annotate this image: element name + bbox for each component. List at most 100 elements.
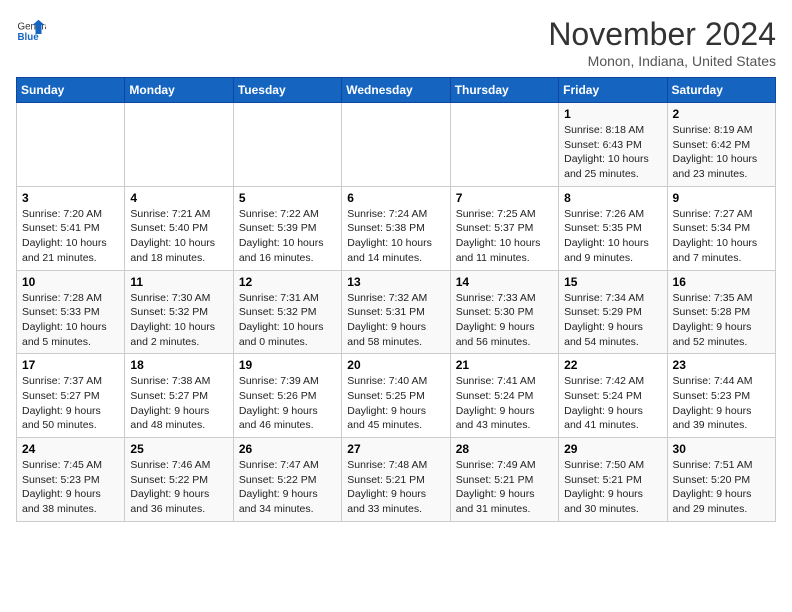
day-number: 3 bbox=[22, 191, 119, 205]
day-number: 7 bbox=[456, 191, 553, 205]
calendar-cell: 5Sunrise: 7:22 AM Sunset: 5:39 PM Daylig… bbox=[233, 186, 341, 270]
calendar-cell: 20 Sunrise: 7:40 AM Sunset: 5:25 PM Dayli… bbox=[342, 354, 450, 438]
day-info: Sunrise: 7:31 AM Sunset: 5:32 PM Dayligh… bbox=[239, 291, 336, 350]
day-number: 28 bbox=[456, 442, 553, 456]
logo: General Blue bbox=[16, 16, 50, 46]
calendar-cell: 15 Sunrise: 7:34 AM Sunset: 5:29 PM Dayli… bbox=[559, 270, 667, 354]
day-number: 13 bbox=[347, 275, 444, 289]
day-number: 26 bbox=[239, 442, 336, 456]
day-number: 15 bbox=[564, 275, 661, 289]
calendar-cell: 26 Sunrise: 7:47 AM Sunset: 5:22 PM Dayli… bbox=[233, 438, 341, 522]
calendar-subtitle: Monon, Indiana, United States bbox=[548, 53, 776, 69]
day-info: Sunrise: 7:40 AM Sunset: 5:25 PM Dayligh… bbox=[347, 374, 444, 433]
day-info: Sunrise: 7:44 AM Sunset: 5:23 PM Dayligh… bbox=[673, 374, 770, 433]
day-number: 12 bbox=[239, 275, 336, 289]
day-number: 29 bbox=[564, 442, 661, 456]
day-number: 22 bbox=[564, 358, 661, 372]
day-info: Sunrise: 7:49 AM Sunset: 5:21 PM Dayligh… bbox=[456, 458, 553, 517]
day-number: 5 bbox=[239, 191, 336, 205]
day-info: Sunrise: 7:28 AM Sunset: 5:33 PM Dayligh… bbox=[22, 291, 119, 350]
day-info: Sunrise: 7:47 AM Sunset: 5:22 PM Dayligh… bbox=[239, 458, 336, 517]
day-number: 17 bbox=[22, 358, 119, 372]
calendar-cell: 30 Sunrise: 7:51 AM Sunset: 5:20 PM Dayli… bbox=[667, 438, 775, 522]
calendar-cell: 8 Sunrise: 7:26 AM Sunset: 5:35 PM Daylig… bbox=[559, 186, 667, 270]
calendar-cell: 18 Sunrise: 7:38 AM Sunset: 5:27 PM Dayli… bbox=[125, 354, 233, 438]
calendar-week-row: 3 Sunrise: 7:20 AM Sunset: 5:41 PM Daylig… bbox=[17, 186, 776, 270]
calendar-cell: 13 Sunrise: 7:32 AM Sunset: 5:31 PM Dayli… bbox=[342, 270, 450, 354]
calendar-day-header: Tuesday bbox=[233, 78, 341, 103]
calendar-day-header: Saturday bbox=[667, 78, 775, 103]
day-info: Sunrise: 7:45 AM Sunset: 5:23 PM Dayligh… bbox=[22, 458, 119, 517]
day-info: Sunrise: 7:27 AM Sunset: 5:34 PM Dayligh… bbox=[673, 207, 770, 266]
day-info: Sunrise: 7:21 AM Sunset: 5:40 PM Dayligh… bbox=[130, 207, 227, 266]
calendar-cell: 21 Sunrise: 7:41 AM Sunset: 5:24 PM Dayli… bbox=[450, 354, 558, 438]
day-number: 14 bbox=[456, 275, 553, 289]
calendar-header-row: SundayMondayTuesdayWednesdayThursdayFrid… bbox=[17, 78, 776, 103]
day-number: 19 bbox=[239, 358, 336, 372]
calendar-day-header: Monday bbox=[125, 78, 233, 103]
day-info: Sunrise: 7:38 AM Sunset: 5:27 PM Dayligh… bbox=[130, 374, 227, 433]
day-number: 11 bbox=[130, 275, 227, 289]
day-number: 4 bbox=[130, 191, 227, 205]
calendar-cell: 1Sunrise: 8:18 AM Sunset: 6:43 PM Daylig… bbox=[559, 103, 667, 187]
day-number: 21 bbox=[456, 358, 553, 372]
day-info: Sunrise: 7:25 AM Sunset: 5:37 PM Dayligh… bbox=[456, 207, 553, 266]
calendar-week-row: 1Sunrise: 8:18 AM Sunset: 6:43 PM Daylig… bbox=[17, 103, 776, 187]
day-number: 23 bbox=[673, 358, 770, 372]
calendar-cell: 25Sunrise: 7:46 AM Sunset: 5:22 PM Dayli… bbox=[125, 438, 233, 522]
calendar-title: November 2024 bbox=[548, 16, 776, 53]
calendar-table: SundayMondayTuesdayWednesdayThursdayFrid… bbox=[16, 77, 776, 522]
day-number: 2 bbox=[673, 107, 770, 121]
day-number: 6 bbox=[347, 191, 444, 205]
calendar-cell: 14Sunrise: 7:33 AM Sunset: 5:30 PM Dayli… bbox=[450, 270, 558, 354]
day-number: 24 bbox=[22, 442, 119, 456]
calendar-cell: 22 Sunrise: 7:42 AM Sunset: 5:24 PM Dayli… bbox=[559, 354, 667, 438]
calendar-day-header: Friday bbox=[559, 78, 667, 103]
day-number: 25 bbox=[130, 442, 227, 456]
day-info: Sunrise: 7:39 AM Sunset: 5:26 PM Dayligh… bbox=[239, 374, 336, 433]
day-number: 16 bbox=[673, 275, 770, 289]
calendar-cell: 12 Sunrise: 7:31 AM Sunset: 5:32 PM Dayli… bbox=[233, 270, 341, 354]
calendar-cell: 17Sunrise: 7:37 AM Sunset: 5:27 PM Dayli… bbox=[17, 354, 125, 438]
calendar-cell: 4 Sunrise: 7:21 AM Sunset: 5:40 PM Daylig… bbox=[125, 186, 233, 270]
calendar-cell bbox=[233, 103, 341, 187]
calendar-cell: 3 Sunrise: 7:20 AM Sunset: 5:41 PM Daylig… bbox=[17, 186, 125, 270]
day-number: 9 bbox=[673, 191, 770, 205]
calendar-cell: 23 Sunrise: 7:44 AM Sunset: 5:23 PM Dayli… bbox=[667, 354, 775, 438]
calendar-week-row: 17Sunrise: 7:37 AM Sunset: 5:27 PM Dayli… bbox=[17, 354, 776, 438]
calendar-cell: 11 Sunrise: 7:30 AM Sunset: 5:32 PM Dayli… bbox=[125, 270, 233, 354]
day-info: Sunrise: 7:50 AM Sunset: 5:21 PM Dayligh… bbox=[564, 458, 661, 517]
calendar-cell: 2 Sunrise: 8:19 AM Sunset: 6:42 PM Daylig… bbox=[667, 103, 775, 187]
calendar-cell: 27Sunrise: 7:48 AM Sunset: 5:21 PM Dayli… bbox=[342, 438, 450, 522]
calendar-cell: 7 Sunrise: 7:25 AM Sunset: 5:37 PM Daylig… bbox=[450, 186, 558, 270]
day-info: Sunrise: 7:41 AM Sunset: 5:24 PM Dayligh… bbox=[456, 374, 553, 433]
day-number: 8 bbox=[564, 191, 661, 205]
day-info: Sunrise: 7:26 AM Sunset: 5:35 PM Dayligh… bbox=[564, 207, 661, 266]
day-info: Sunrise: 7:32 AM Sunset: 5:31 PM Dayligh… bbox=[347, 291, 444, 350]
calendar-day-header: Thursday bbox=[450, 78, 558, 103]
title-block: November 2024 Monon, Indiana, United Sta… bbox=[548, 16, 776, 69]
calendar-cell: 28 Sunrise: 7:49 AM Sunset: 5:21 PM Dayli… bbox=[450, 438, 558, 522]
calendar-cell bbox=[450, 103, 558, 187]
day-info: Sunrise: 7:51 AM Sunset: 5:20 PM Dayligh… bbox=[673, 458, 770, 517]
calendar-cell bbox=[342, 103, 450, 187]
day-info: Sunrise: 7:30 AM Sunset: 5:32 PM Dayligh… bbox=[130, 291, 227, 350]
page-header: General Blue November 2024 Monon, Indian… bbox=[16, 16, 776, 69]
day-info: Sunrise: 7:34 AM Sunset: 5:29 PM Dayligh… bbox=[564, 291, 661, 350]
calendar-cell bbox=[125, 103, 233, 187]
calendar-cell: 6 Sunrise: 7:24 AM Sunset: 5:38 PM Daylig… bbox=[342, 186, 450, 270]
day-number: 30 bbox=[673, 442, 770, 456]
day-number: 18 bbox=[130, 358, 227, 372]
day-info: Sunrise: 7:42 AM Sunset: 5:24 PM Dayligh… bbox=[564, 374, 661, 433]
logo-icon: General Blue bbox=[16, 16, 46, 46]
calendar-week-row: 24 Sunrise: 7:45 AM Sunset: 5:23 PM Dayli… bbox=[17, 438, 776, 522]
calendar-cell: 24 Sunrise: 7:45 AM Sunset: 5:23 PM Dayli… bbox=[17, 438, 125, 522]
day-number: 20 bbox=[347, 358, 444, 372]
day-number: 1 bbox=[564, 107, 661, 121]
calendar-cell: 19 Sunrise: 7:39 AM Sunset: 5:26 PM Dayli… bbox=[233, 354, 341, 438]
day-info: Sunrise: 8:19 AM Sunset: 6:42 PM Dayligh… bbox=[673, 123, 770, 182]
day-info: Sunrise: 7:24 AM Sunset: 5:38 PM Dayligh… bbox=[347, 207, 444, 266]
day-number: 10 bbox=[22, 275, 119, 289]
calendar-week-row: 10 Sunrise: 7:28 AM Sunset: 5:33 PM Dayli… bbox=[17, 270, 776, 354]
day-info: Sunrise: 7:20 AM Sunset: 5:41 PM Dayligh… bbox=[22, 207, 119, 266]
